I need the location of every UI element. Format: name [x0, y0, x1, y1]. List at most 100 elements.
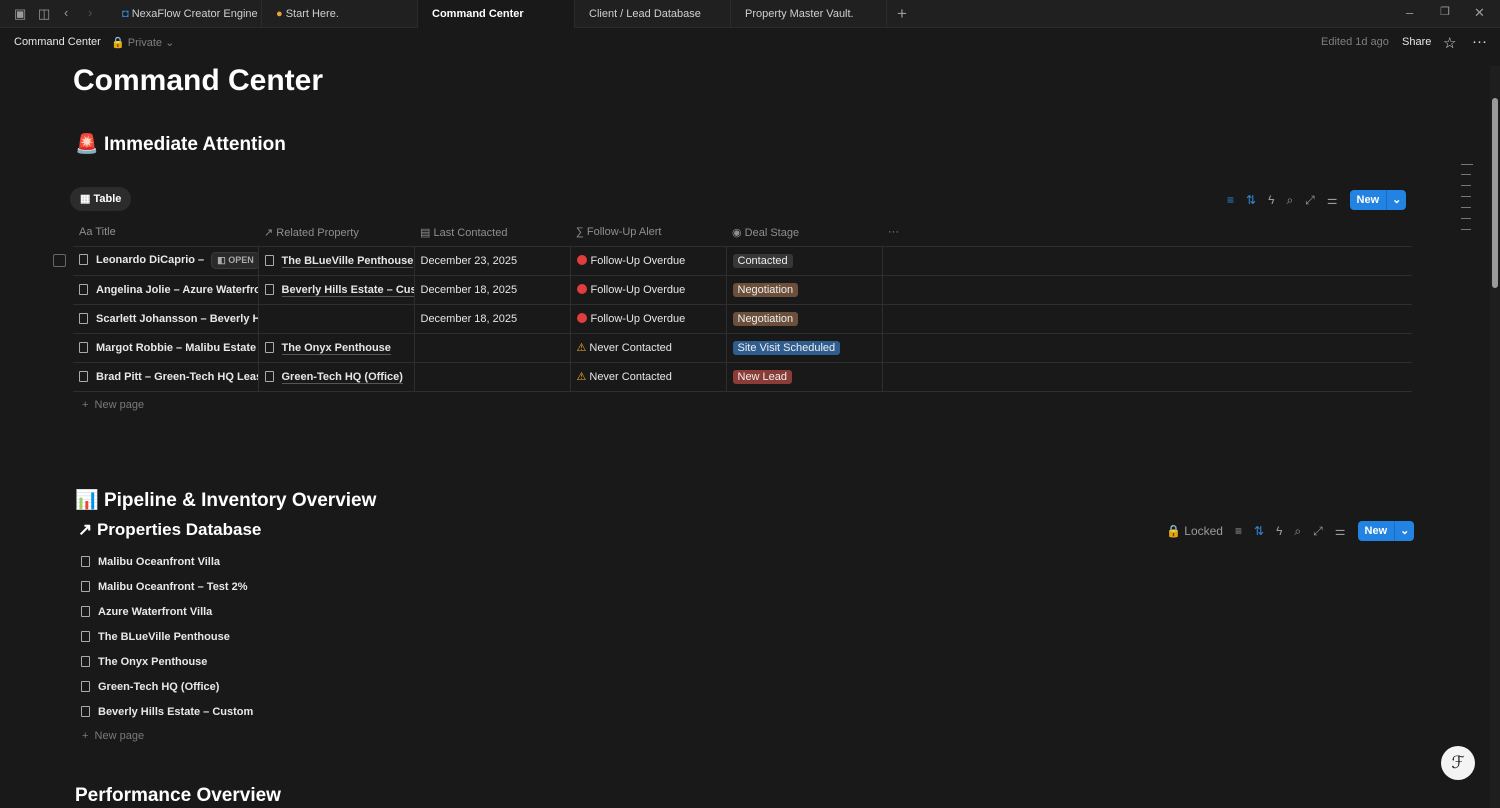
table-row[interactable]: Scarlett Johansson – Beverly Hills Decemb…	[73, 304, 1412, 334]
forward-icon[interactable]: ›	[88, 5, 92, 20]
new-button[interactable]: New ⌄	[1357, 521, 1415, 541]
sort-icon[interactable]: ⇅	[1254, 524, 1264, 538]
cell-title[interactable]: Scarlett Johansson – Beverly Hills	[73, 304, 259, 334]
status-badge: Negotiation	[732, 282, 799, 297]
outline-marker[interactable]	[1461, 207, 1471, 208]
automation-icon[interactable]: ϟ	[1276, 524, 1282, 538]
list-item[interactable]: The BLueVille Penthouse	[81, 631, 230, 643]
cell-follow-up[interactable]: Follow-Up Overdue	[570, 304, 727, 334]
cell-related-property[interactable]: Green-Tech HQ (Office)	[258, 362, 415, 392]
outline-marker[interactable]	[1461, 196, 1471, 197]
column-follow-up[interactable]: ∑ Follow-Up Alert	[570, 219, 726, 247]
cell-deal-stage[interactable]: Negotiation	[726, 275, 883, 305]
search-icon[interactable]: ⌕	[1286, 193, 1293, 208]
cell-deal-stage[interactable]: Contacted	[726, 246, 883, 276]
tab-nexaflow[interactable]: ◘ NexaFlow Creator Engine	[108, 0, 262, 28]
cell-last-contacted[interactable]	[414, 333, 571, 363]
search-icon[interactable]: ⌕	[1294, 524, 1301, 539]
restore-icon[interactable]: ❐	[1440, 5, 1450, 18]
app-logo-icon[interactable]: ▣	[14, 6, 26, 22]
open-button[interactable]: ◧ OPEN	[211, 252, 257, 269]
table-row[interactable]: Brad Pitt – Green-Tech HQ Lease Green-Tec…	[73, 362, 1412, 392]
column-last-contacted[interactable]: ▤ Last Contacted	[414, 219, 570, 247]
page-icon	[81, 681, 90, 692]
privacy-menu[interactable]: 🔒 Private ⌄	[111, 36, 174, 49]
list-item[interactable]: Beverly Hills Estate – Custom	[81, 706, 253, 718]
table-toolbar: ≡ ⇅ ϟ ⌕ ⤢ ⚌ New ⌄	[1227, 190, 1407, 210]
outline-marker[interactable]	[1461, 218, 1471, 219]
cell-related-property[interactable]: The Onyx Penthouse	[258, 333, 415, 363]
list-item[interactable]: The Onyx Penthouse	[81, 656, 207, 668]
properties-db-title[interactable]: ↗ Properties Database	[78, 520, 261, 540]
cell-title[interactable]: Margot Robbie – Malibu Estate Inquiry	[73, 333, 259, 363]
settings-icon[interactable]: ⚌	[1327, 193, 1338, 207]
cell-follow-up[interactable]: Follow-Up Overdue	[570, 275, 727, 305]
sidebar-toggle-icon[interactable]: ◫	[38, 6, 50, 22]
list-item[interactable]: Azure Waterfront Villa	[81, 606, 212, 618]
page-icon	[81, 556, 90, 567]
cell-last-contacted[interactable]: December 18, 2025	[414, 304, 571, 334]
breadcrumb[interactable]: Command Center	[14, 36, 101, 48]
tab-client-lead[interactable]: Client / Lead Database	[575, 0, 731, 28]
view-tab-table[interactable]: ▦ Table	[70, 187, 132, 211]
assistant-avatar[interactable]: ℱ	[1441, 746, 1475, 780]
cell-follow-up[interactable]: ⚠ Never Contacted	[570, 333, 727, 363]
table-row[interactable]: Leonardo DiCaprio – ◧ OPEN The BLueVille …	[73, 246, 1412, 276]
cell-title[interactable]: Brad Pitt – Green-Tech HQ Lease	[73, 362, 259, 392]
close-icon[interactable]: ✕	[1474, 5, 1485, 21]
outline-marker[interactable]	[1461, 229, 1471, 230]
cell-title[interactable]: Leonardo DiCaprio – ◧ OPEN	[73, 246, 259, 276]
automation-icon[interactable]: ϟ	[1268, 193, 1274, 207]
table-row[interactable]: Margot Robbie – Malibu Estate InquiryThe…	[73, 333, 1412, 363]
cell-last-contacted[interactable]: December 18, 2025	[414, 275, 571, 305]
expand-icon[interactable]: ⤢	[1313, 524, 1323, 539]
cell-deal-stage[interactable]: New Lead	[726, 362, 883, 392]
page-icon	[81, 606, 90, 617]
outline-marker[interactable]	[1461, 185, 1471, 186]
new-page-button[interactable]: + New page	[82, 399, 144, 411]
row-checkbox[interactable]	[53, 254, 66, 267]
cell-empty	[882, 362, 1412, 392]
sort-icon[interactable]: ⇅	[1246, 193, 1256, 207]
column-related-property[interactable]: ↗ Related Property	[258, 219, 414, 247]
tab-property-vault[interactable]: Property Master Vault.	[731, 0, 887, 28]
expand-icon[interactable]: ⤢	[1305, 193, 1315, 208]
tab-start-here[interactable]: ● Start Here.	[262, 0, 418, 28]
cell-last-contacted[interactable]	[414, 362, 571, 392]
cell-related-property[interactable]: The BLueVille Penthouse	[258, 246, 415, 276]
list-item[interactable]: Malibu Oceanfront – Test 2%	[81, 581, 248, 593]
scrollbar-thumb[interactable]	[1492, 98, 1498, 288]
tab-command-center[interactable]: Command Center	[418, 0, 575, 28]
cell-deal-stage[interactable]: Negotiation	[726, 304, 883, 334]
list-item[interactable]: Green-Tech HQ (Office)	[81, 681, 219, 693]
more-icon[interactable]: ···	[1472, 33, 1487, 50]
cell-related-property[interactable]: Beverly Hills Estate – Custom	[258, 275, 415, 305]
new-tab-icon[interactable]: +	[897, 4, 907, 24]
chevron-down-icon[interactable]: ⌄	[1386, 190, 1406, 210]
column-title[interactable]: Aa Title	[73, 219, 258, 247]
cell-follow-up[interactable]: Follow-Up Overdue	[570, 246, 727, 276]
minimize-icon[interactable]: –	[1406, 5, 1413, 20]
chevron-down-icon[interactable]: ⌄	[1394, 521, 1414, 541]
more-columns-icon[interactable]: ···	[882, 219, 1412, 247]
settings-icon[interactable]: ⚌	[1335, 524, 1346, 538]
share-button[interactable]: Share	[1402, 36, 1431, 48]
new-page-button[interactable]: + New page	[82, 730, 144, 742]
outline-marker[interactable]	[1461, 174, 1471, 175]
cell-last-contacted[interactable]: December 23, 2025	[414, 246, 571, 276]
cell-empty	[882, 246, 1412, 276]
star-icon[interactable]: ☆	[1443, 34, 1456, 52]
back-icon[interactable]: ‹	[64, 5, 68, 20]
outline-marker[interactable]	[1461, 164, 1473, 165]
table-row[interactable]: Angelina Jolie – Azure Waterfront Beverly…	[73, 275, 1412, 305]
cell-related-property[interactable]	[258, 304, 415, 334]
filter-icon[interactable]: ≡	[1227, 193, 1234, 207]
list-item[interactable]: Malibu Oceanfront Villa	[81, 556, 220, 568]
locked-label[interactable]: 🔒 Locked	[1166, 524, 1223, 538]
new-button[interactable]: New ⌄	[1349, 190, 1407, 210]
cell-title[interactable]: Angelina Jolie – Azure Waterfront	[73, 275, 259, 305]
cell-follow-up[interactable]: ⚠ Never Contacted	[570, 362, 727, 392]
column-deal-stage[interactable]: ◉ Deal Stage	[726, 219, 882, 247]
cell-deal-stage[interactable]: Site Visit Scheduled	[726, 333, 883, 363]
filter-icon[interactable]: ≡	[1235, 524, 1242, 538]
